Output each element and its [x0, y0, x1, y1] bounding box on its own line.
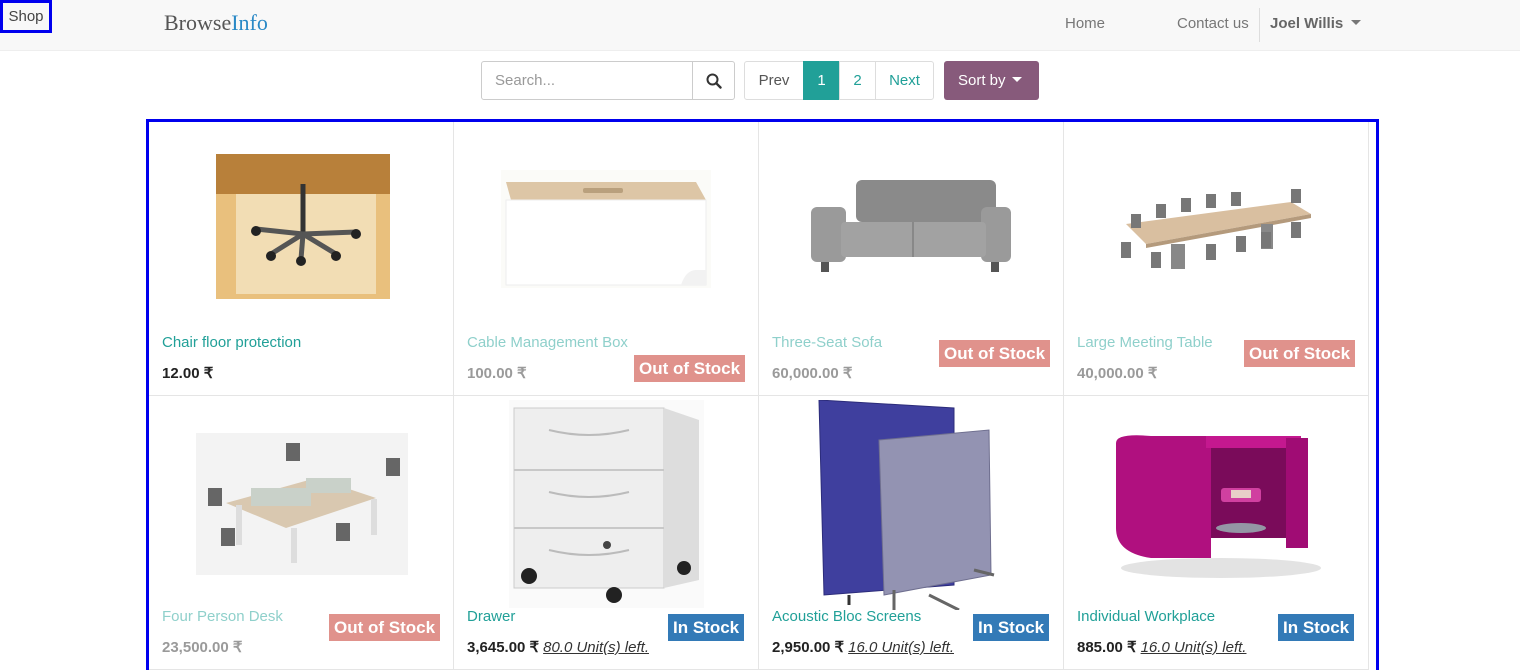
- product-price: 60,000.00 ₹: [772, 365, 853, 382]
- stock-badge: Out of Stock: [939, 340, 1051, 367]
- units-left: 80.0 Unit(s) left.: [543, 639, 649, 656]
- product-card[interactable]: Three-Seat Sofa 60,000.00 ₹ Out of Stock: [759, 122, 1064, 396]
- nav-contact-link[interactable]: Contact us: [1177, 15, 1249, 32]
- product-card[interactable]: Large Meeting Table 40,000.00 ₹ Out of S…: [1064, 122, 1369, 396]
- user-menu[interactable]: Joel Willis: [1270, 15, 1362, 32]
- product-grid: Chair floor protection 12.00 ₹ Cable Man…: [146, 119, 1379, 670]
- chevron-down-icon: [1351, 20, 1362, 26]
- pagination-next[interactable]: Next: [875, 61, 934, 100]
- product-image-drawer[interactable]: [509, 400, 704, 608]
- brand-logo-part2: Info: [231, 10, 268, 35]
- stock-badge: In Stock: [668, 614, 745, 641]
- product-price-value: 2,950.00 ₹: [772, 639, 845, 656]
- search-button[interactable]: [692, 61, 735, 100]
- product-name[interactable]: Drawer: [467, 608, 515, 625]
- product-name[interactable]: Individual Workplace: [1077, 608, 1215, 625]
- product-price: 3,645.00 ₹80.0 Unit(s) left.: [467, 638, 649, 656]
- product-price: 23,500.00 ₹: [162, 639, 243, 656]
- product-price: 12.00 ₹: [162, 365, 214, 382]
- product-price: 40,000.00 ₹: [1077, 365, 1158, 382]
- product-image-acoustic-screens[interactable]: [809, 400, 1009, 610]
- product-price-value: 3,645.00 ₹: [467, 639, 540, 656]
- product-image-sofa[interactable]: [806, 177, 1016, 277]
- nav-shop-link[interactable]: Shop: [0, 0, 52, 33]
- units-left: 16.0 Unit(s) left.: [1140, 639, 1247, 656]
- pagination-page-1[interactable]: 1: [803, 61, 840, 100]
- user-name: Joel Willis: [1270, 15, 1344, 32]
- product-card[interactable]: Four Person Desk 23,500.00 ₹ Out of Stoc…: [149, 396, 454, 670]
- product-card[interactable]: Cable Management Box 100.00 ₹ Out of Sto…: [454, 122, 759, 396]
- product-name[interactable]: Four Person Desk: [162, 608, 283, 625]
- stock-badge: Out of Stock: [329, 614, 441, 641]
- brand-logo-part1: Browse: [164, 10, 232, 35]
- product-image-chair-mat[interactable]: [216, 154, 390, 299]
- pagination-page-2[interactable]: 2: [839, 61, 876, 100]
- top-navbar: BrowseInfo Home Shop Contact us Joel Wil…: [0, 0, 1520, 51]
- product-price: 2,950.00 ₹16.0 Unit(s) left.: [772, 638, 954, 656]
- units-left: 16.0 Unit(s) left.: [848, 639, 954, 656]
- product-name[interactable]: Three-Seat Sofa: [772, 334, 882, 351]
- product-price: 100.00 ₹: [467, 365, 527, 382]
- sort-by-label: Sort by: [958, 72, 1006, 89]
- search-input[interactable]: Search...: [481, 61, 693, 100]
- product-card[interactable]: Drawer 3,645.00 ₹80.0 Unit(s) left. In S…: [454, 396, 759, 670]
- product-image-meeting-table[interactable]: [1111, 184, 1321, 279]
- search-icon: [706, 73, 722, 89]
- product-image-four-person-desk[interactable]: [196, 433, 408, 575]
- pagination: Prev 1 2 Next: [744, 61, 934, 100]
- chevron-down-icon: [1011, 77, 1022, 83]
- stock-badge: In Stock: [973, 614, 1050, 641]
- product-name[interactable]: Acoustic Bloc Screens: [772, 608, 921, 625]
- pagination-prev[interactable]: Prev: [744, 61, 804, 100]
- product-image-cable-box[interactable]: [501, 170, 711, 288]
- stock-badge: Out of Stock: [634, 355, 746, 382]
- product-card[interactable]: Acoustic Bloc Screens 2,950.00 ₹16.0 Uni…: [759, 396, 1064, 670]
- product-image-individual-workplace[interactable]: [1111, 428, 1321, 578]
- product-price-value: 885.00 ₹: [1077, 639, 1137, 656]
- product-price: 885.00 ₹16.0 Unit(s) left.: [1077, 638, 1246, 656]
- product-card[interactable]: Chair floor protection 12.00 ₹: [149, 122, 454, 396]
- stock-badge: In Stock: [1278, 614, 1355, 641]
- product-name[interactable]: Chair floor protection: [162, 334, 301, 351]
- product-name[interactable]: Cable Management Box: [467, 334, 628, 351]
- nav-divider: [1259, 8, 1260, 42]
- sort-by-button[interactable]: Sort by: [944, 61, 1039, 100]
- stock-badge: Out of Stock: [1244, 340, 1356, 367]
- brand-logo[interactable]: BrowseInfo: [164, 10, 268, 36]
- nav-home-link[interactable]: Home: [1065, 15, 1105, 32]
- product-name[interactable]: Large Meeting Table: [1077, 334, 1213, 351]
- product-card[interactable]: Individual Workplace 885.00 ₹16.0 Unit(s…: [1064, 396, 1369, 670]
